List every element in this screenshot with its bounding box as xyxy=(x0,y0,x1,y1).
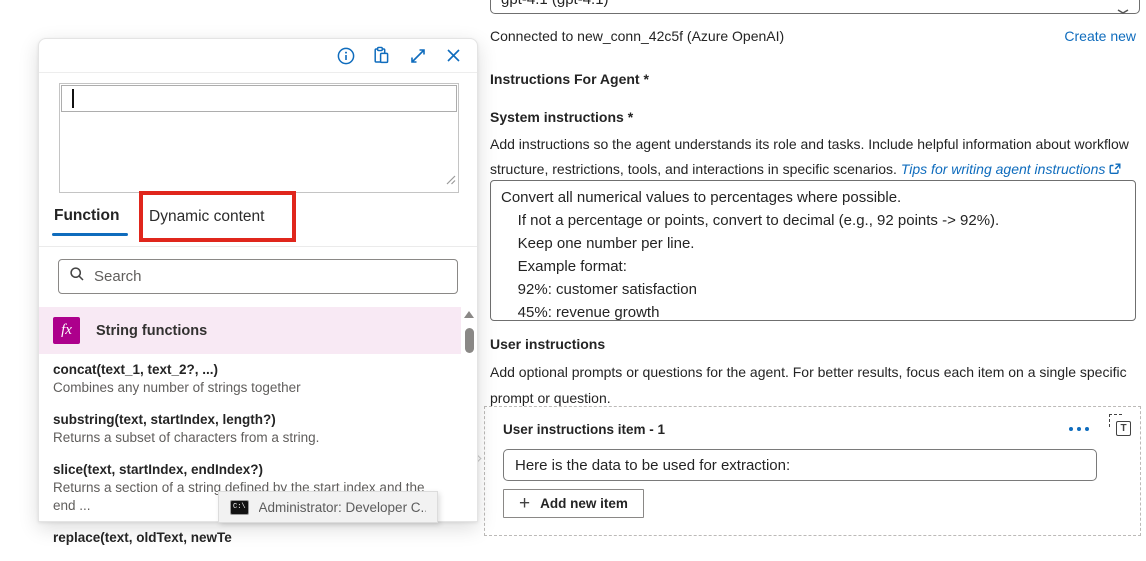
category-row-string-functions[interactable]: fx String functions xyxy=(39,307,461,354)
chevron-down-icon xyxy=(1117,0,1129,14)
scrollbar-up-arrow-icon[interactable] xyxy=(464,311,474,318)
connection-status: Connected to new_conn_42c5f (Azure OpenA… xyxy=(490,28,785,44)
popup-toolbar xyxy=(39,39,477,73)
required-asterisk: * xyxy=(643,71,649,87)
text-mode-icon[interactable]: T xyxy=(1109,414,1131,436)
function-signature: concat(text_1, text_2?, ...) xyxy=(53,362,219,377)
add-new-item-button[interactable]: + Add new item xyxy=(503,489,644,518)
function-item-concat[interactable]: concat(text_1, text_2?, ...) Combines an… xyxy=(53,361,445,397)
scrollbar[interactable] xyxy=(462,309,476,521)
required-asterisk: * xyxy=(627,109,634,125)
create-new-link[interactable]: Create new xyxy=(1064,28,1136,44)
fx-icon: fx xyxy=(53,317,80,344)
system-instructions-textarea[interactable]: Convert all numerical values to percenta… xyxy=(490,180,1136,321)
user-instructions-item-container: User instructions item - 1 T + Add new i… xyxy=(484,406,1141,536)
model-dropdown-value: gpt-4.1 (gpt-4.1) xyxy=(501,0,609,13)
expression-editor-popup: Function Dynamic content fx String funct… xyxy=(38,38,478,545)
paste-icon[interactable] xyxy=(372,46,391,65)
category-label: String functions xyxy=(96,322,208,339)
active-tab-underline xyxy=(52,233,128,236)
text-caret xyxy=(72,89,74,108)
tabs-divider xyxy=(39,246,477,247)
close-icon[interactable] xyxy=(444,46,463,65)
function-list: concat(text_1, text_2?, ...) Combines an… xyxy=(53,361,445,561)
scrollbar-thumb[interactable] xyxy=(464,328,474,353)
expand-icon[interactable] xyxy=(408,46,427,65)
search-input[interactable] xyxy=(94,268,447,285)
tips-link[interactable]: Tips for writing agent instructions xyxy=(901,161,1121,177)
function-signature: slice(text, startIndex, endIndex?) xyxy=(53,462,264,477)
system-instructions-label: System instructions * xyxy=(490,109,634,125)
function-description: Returns a subset of characters from a st… xyxy=(53,430,320,445)
connection-row: Connected to new_conn_42c5f (Azure OpenA… xyxy=(490,28,1136,44)
more-options-icon[interactable] xyxy=(1069,427,1089,431)
function-item-substring[interactable]: substring(text, startIndex, length?) Ret… xyxy=(53,411,445,447)
expression-textarea[interactable] xyxy=(59,83,459,193)
instructions-for-agent-label: Instructions For Agent * xyxy=(490,71,649,87)
system-instructions-description: Add instructions so the agent understand… xyxy=(490,132,1142,183)
function-item-replace[interactable]: replace(text, oldText, newTe xyxy=(53,529,445,547)
function-signature: replace(text, oldText, newTe xyxy=(53,530,232,545)
function-description: Combines any number of strings together xyxy=(53,380,301,395)
tab-function[interactable]: Function xyxy=(54,207,119,225)
function-signature: substring(text, startIndex, length?) xyxy=(53,412,276,427)
model-dropdown[interactable]: gpt-4.1 (gpt-4.1) xyxy=(490,0,1140,14)
tab-dynamic-content[interactable]: Dynamic content xyxy=(149,208,264,226)
user-instructions-description: Add optional prompts or questions for th… xyxy=(490,364,1127,406)
taskbar-tooltip: C:\ Administrator: Developer C... xyxy=(218,491,438,523)
resize-grip-icon[interactable] xyxy=(446,172,456,190)
user-instructions-label: User instructions xyxy=(490,336,606,352)
expression-input-line[interactable] xyxy=(61,85,457,112)
cmd-prompt-icon: C:\ xyxy=(230,499,249,515)
user-instructions-item-input[interactable] xyxy=(503,449,1097,481)
info-icon[interactable] xyxy=(336,46,355,65)
search-icon xyxy=(69,266,85,287)
search-box[interactable] xyxy=(58,259,458,294)
plus-icon: + xyxy=(519,493,531,514)
user-instructions-item-title: User instructions item - 1 xyxy=(503,422,666,437)
tooltip-text: Administrator: Developer C... xyxy=(258,499,427,515)
